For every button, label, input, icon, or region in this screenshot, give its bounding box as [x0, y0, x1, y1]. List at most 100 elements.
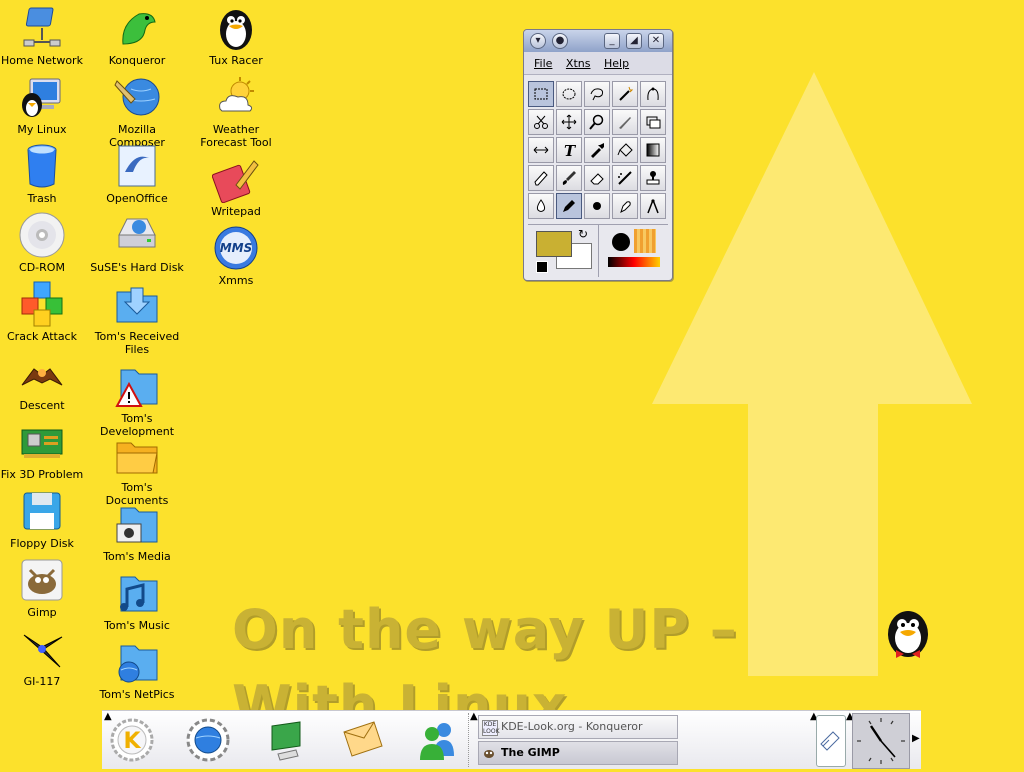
brush-indicator[interactable]: [612, 233, 630, 251]
messenger-people-icon[interactable]: [414, 716, 462, 764]
desktop-icon-trash[interactable]: Trash: [0, 142, 90, 205]
minimize-button[interactable]: _: [604, 33, 620, 49]
foreground-color-swatch[interactable]: [536, 231, 572, 257]
desktop-icon-toms-media[interactable]: Tom's Media: [89, 500, 185, 563]
stamp-icon: [646, 171, 660, 185]
swap-colors-icon[interactable]: ↻: [578, 227, 588, 241]
desktop-icon-weather-forecast-tool[interactable]: Weather Forecast Tool: [188, 73, 284, 149]
desktop-icon-label: Crack Attack: [7, 330, 77, 343]
crop-tool[interactable]: [612, 109, 638, 135]
xmms-player-icon: MMS: [214, 226, 258, 270]
svg-text:K: K: [123, 729, 141, 754]
desktop-icon-label: Tom's NetPics: [99, 688, 175, 701]
airbrush-icon: [618, 171, 632, 185]
desktop-icon-descent[interactable]: Descent: [0, 349, 90, 412]
monitor-icon[interactable]: [264, 716, 312, 764]
desktop-icon-openoffice[interactable]: OpenOffice: [89, 142, 185, 205]
smudge-tool[interactable]: [612, 193, 638, 219]
desktop-icon-toms-netpics[interactable]: Tom's NetPics: [89, 638, 185, 701]
desktop-icon-crack-attack[interactable]: Crack Attack: [0, 280, 90, 343]
desktop-icon-gi117[interactable]: GI-117: [0, 625, 90, 688]
kde-taskbar: ▲ K ▲ KDE LOOK KDE-Look.org - Konqueror …: [102, 710, 921, 769]
desktop-icon-home-network[interactable]: Home Network: [0, 4, 90, 67]
desktop-icon-mozilla-composer[interactable]: Mozilla Composer: [89, 73, 185, 149]
ink-tool[interactable]: [556, 193, 582, 219]
menu-xtns[interactable]: Xtns: [566, 57, 591, 70]
transform-tool[interactable]: [640, 109, 666, 135]
desktop-icon-cdrom[interactable]: CD-ROM: [0, 211, 90, 274]
window-menu-button[interactable]: ▾: [530, 33, 546, 49]
pattern-indicator[interactable]: [634, 229, 656, 253]
pencil-icon: [534, 171, 548, 186]
desktop-icon-toms-received-files[interactable]: Tom's Received Files: [89, 280, 185, 356]
blend-tool[interactable]: [640, 137, 666, 163]
gimp-wilber-icon: [21, 559, 63, 601]
tux-penguin-icon: [220, 10, 252, 50]
desktop-icon-fix-3d-problem[interactable]: Fix 3D Problem: [0, 418, 90, 481]
task-label: KDE-Look.org - Konqueror: [501, 720, 643, 733]
desktop-icon-konqueror[interactable]: Konqueror: [89, 4, 185, 67]
desktop-icon-suse-hard-disk[interactable]: SuSE's Hard Disk: [89, 211, 185, 274]
tux-penguin-icon: [888, 611, 928, 658]
desktop-icon-writepad[interactable]: Writepad: [188, 155, 284, 218]
hard-disk-icon: [118, 218, 156, 248]
desktop-icon-toms-development[interactable]: Tom's Development: [89, 362, 185, 438]
clipboard-klipper-icon[interactable]: [817, 716, 843, 764]
scissors-tool[interactable]: [528, 109, 554, 135]
knife-icon: [619, 117, 631, 129]
fuzzy-select-tool[interactable]: [612, 81, 638, 107]
rect-select-tool[interactable]: [528, 81, 554, 107]
panel-expand-arrow-icon[interactable]: ▶: [912, 733, 920, 744]
desktop-icon-label: Writepad: [211, 205, 261, 218]
konqueror-gear-globe-icon[interactable]: [184, 716, 232, 764]
desktop-icon-toms-documents[interactable]: Tom's Documents: [89, 431, 185, 507]
desktop-icon-floppy-disk[interactable]: Floppy Disk: [0, 487, 90, 550]
menu-file[interactable]: File: [534, 57, 552, 70]
computer-with-tux-icon: [22, 78, 61, 117]
kde-k-menu-icon[interactable]: K: [108, 716, 156, 764]
desktop-icon-toms-music[interactable]: Tom's Music: [89, 569, 185, 632]
desktop-icon-label: Weather Forecast Tool: [200, 123, 272, 149]
task-gimp[interactable]: The GIMP: [478, 741, 678, 765]
dodge-burn-tool[interactable]: [584, 193, 610, 219]
measure-tool[interactable]: [640, 193, 666, 219]
system-tray: [816, 715, 846, 767]
menu-help[interactable]: Help: [604, 57, 629, 70]
color-picker-tool[interactable]: [584, 137, 610, 163]
paintbrush-tool[interactable]: [556, 165, 582, 191]
close-button[interactable]: ✕: [648, 33, 664, 49]
gimp-toolbox-window[interactable]: ▾ ● _ ◢ ✕ File Xtns Help T ↻: [523, 29, 673, 281]
floppy-disk-icon: [23, 492, 61, 530]
analog-clock[interactable]: [852, 713, 910, 769]
zoom-tool[interactable]: [584, 109, 610, 135]
clone-tool[interactable]: [640, 165, 666, 191]
default-colors-icon[interactable]: [536, 261, 548, 273]
colored-cubes-icon: [21, 281, 63, 327]
pencil-tool[interactable]: [528, 165, 554, 191]
flip-tool[interactable]: [528, 137, 554, 163]
text-tool[interactable]: T: [556, 137, 582, 163]
gimp-wilber-icon: [484, 750, 494, 758]
gradient-indicator[interactable]: [608, 257, 660, 267]
taskbar-scroll-up-icon[interactable]: ▲: [470, 711, 478, 722]
magic-wand-icon: [619, 86, 633, 101]
free-select-tool[interactable]: [584, 81, 610, 107]
desktop-icon-label: Tom's Media: [103, 550, 171, 563]
ellipse-select-tool[interactable]: [556, 81, 582, 107]
window-titlebar[interactable]: ▾ ● _ ◢ ✕: [524, 30, 672, 52]
eraser-tool[interactable]: [584, 165, 610, 191]
desktop-icon-label: GI-117: [23, 675, 61, 688]
desktop-icon-tux-racer[interactable]: Tux Racer: [188, 4, 284, 67]
maximize-button[interactable]: ◢: [626, 33, 642, 49]
airbrush-tool[interactable]: [612, 165, 638, 191]
desktop-icon-gimp[interactable]: Gimp: [0, 556, 90, 619]
desktop-icon-my-linux[interactable]: My Linux: [0, 73, 90, 136]
desktop-icon-xmms[interactable]: MMS Xmms: [188, 224, 284, 287]
bucket-fill-tool[interactable]: [612, 137, 638, 163]
scissors-select-tool[interactable]: [640, 81, 666, 107]
blur-tool[interactable]: [528, 193, 554, 219]
task-konqueror[interactable]: KDE LOOK KDE-Look.org - Konqueror: [478, 715, 678, 739]
mail-envelope-icon[interactable]: [338, 716, 386, 764]
move-tool[interactable]: [556, 109, 582, 135]
sticky-button[interactable]: ●: [552, 33, 568, 49]
